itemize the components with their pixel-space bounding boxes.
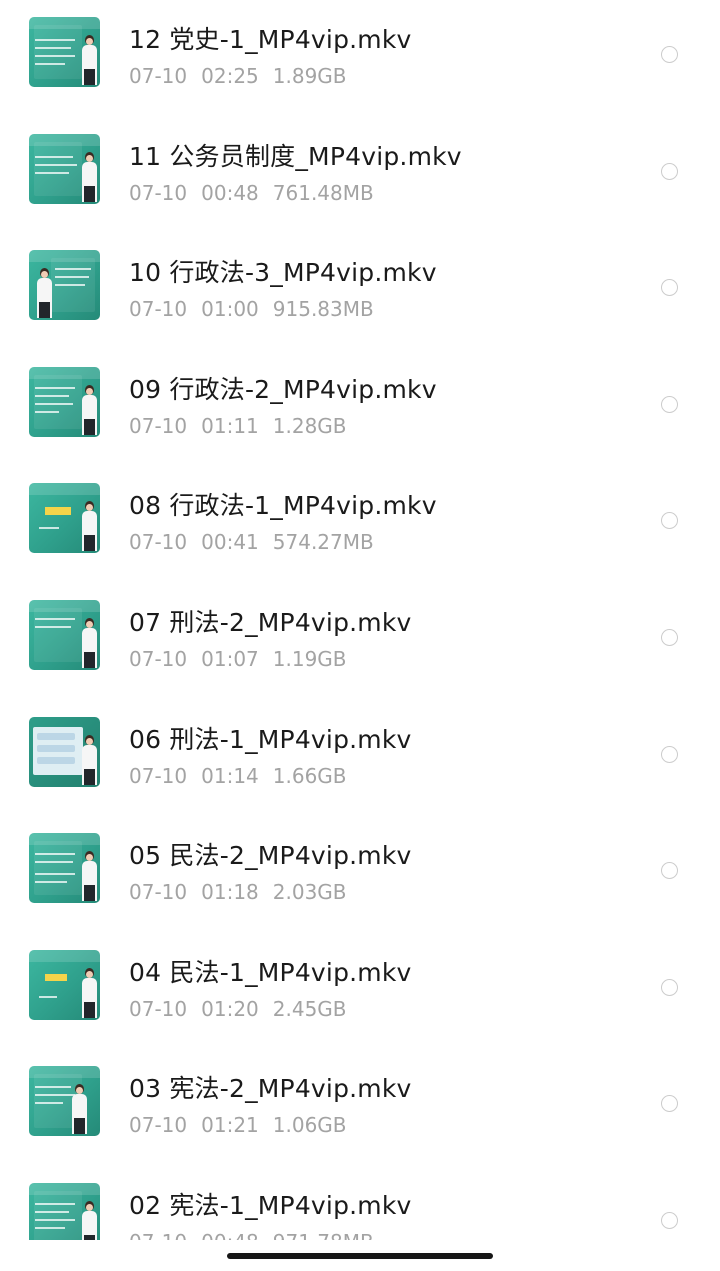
file-meta: 07-10 02:25 1.89GB xyxy=(129,64,361,88)
file-size: 761.48MB xyxy=(272,180,374,205)
file-time: 01:20 xyxy=(201,996,259,1021)
unchecked-radio-icon[interactable] xyxy=(661,629,678,646)
video-thumbnail xyxy=(29,600,100,670)
file-time: 01:21 xyxy=(201,1113,259,1138)
file-name: 03 宪法-2_MP4vip.mkv xyxy=(129,1074,412,1104)
file-date: 07-10 xyxy=(129,413,188,438)
file-time: 01:18 xyxy=(201,880,259,905)
file-date: 07-10 xyxy=(129,647,188,671)
list-item[interactable]: 04 民法-1_MP4vip.mkv 07-10 01:20 2.45GB xyxy=(0,933,720,1050)
video-file-list: 12 党史-1_MP4vip.mkv 07-10 02:25 1.89GB 11 公… xyxy=(0,0,720,1240)
list-item[interactable]: 09 行政法-2_MP4vip.mkv 07-10 01:11 1.28GB xyxy=(0,350,720,467)
video-thumbnail xyxy=(29,133,100,204)
file-date: 07-10 xyxy=(129,1230,187,1240)
file-meta: 07-10 01:14 1.66GB xyxy=(129,764,361,788)
video-thumbnail xyxy=(29,17,100,87)
unchecked-radio-icon[interactable] xyxy=(661,862,678,880)
home-indicator[interactable] xyxy=(227,1253,493,1259)
video-thumbnail xyxy=(29,250,100,321)
file-name: 04 民法-1_MP4vip.mkv xyxy=(129,957,412,987)
file-size: 1.19GB xyxy=(272,647,347,671)
file-size: 1.06GB xyxy=(272,1113,347,1138)
file-time: 00:41 xyxy=(201,530,259,555)
file-time: 01:11 xyxy=(201,413,259,438)
file-name: 12 党史-1_MP4vip.mkv xyxy=(129,25,412,54)
video-thumbnail xyxy=(29,483,100,554)
file-browser-screen: 12 党史-1_MP4vip.mkv 07-10 02:25 1.89GB 11 公… xyxy=(0,0,720,1271)
list-item[interactable]: 06 刑法-1_MP4vip.mkv 07-10 01:14 1.66GB xyxy=(0,700,720,817)
file-date: 07-10 xyxy=(129,763,188,788)
file-meta: 07-10 01:18 2.03GB xyxy=(129,880,361,904)
unchecked-radio-icon[interactable] xyxy=(661,395,678,413)
file-meta: 07-10 00:48 971.78MB xyxy=(129,1230,388,1240)
file-size: 574.27MB xyxy=(272,530,374,555)
file-name: 05 民法-2_MP4vip.mkv xyxy=(129,841,412,871)
list-item[interactable]: 10 行政法-3_MP4vip.mkv 07-10 01:00 915.83MB xyxy=(0,233,720,350)
video-thumbnail xyxy=(29,716,100,787)
video-thumbnail xyxy=(29,366,100,437)
file-meta: 07-10 00:41 574.27MB xyxy=(129,530,388,554)
file-date: 07-10 xyxy=(129,530,188,555)
list-item[interactable]: 02 宪法-1_MP4vip.mkv 07-10 00:48 971.78MB xyxy=(0,1166,720,1240)
unchecked-radio-icon[interactable] xyxy=(661,1095,678,1113)
list-item[interactable]: 05 民法-2_MP4vip.mkv 07-10 01:18 2.03GB xyxy=(0,816,720,933)
file-size: 2.45GB xyxy=(272,996,347,1021)
video-thumbnail xyxy=(29,1066,100,1137)
file-size: 1.89GB xyxy=(272,64,347,88)
video-thumbnail xyxy=(29,949,100,1020)
file-meta: 07-10 00:48 761.48MB xyxy=(129,181,388,205)
unchecked-radio-icon[interactable] xyxy=(661,978,678,996)
unchecked-radio-icon[interactable] xyxy=(661,1212,678,1229)
file-name: 08 行政法-1_MP4vip.mkv xyxy=(129,491,437,521)
file-meta: 07-10 01:07 1.19GB xyxy=(129,647,361,671)
file-time: 00:48 xyxy=(201,180,259,205)
file-name: 06 刑法-1_MP4vip.mkv xyxy=(129,724,412,754)
file-date: 07-10 xyxy=(129,880,188,905)
unchecked-radio-icon[interactable] xyxy=(661,512,678,530)
list-item[interactable]: 12 党史-1_MP4vip.mkv 07-10 02:25 1.89GB xyxy=(0,0,720,117)
file-name: 07 刑法-2_MP4vip.mkv xyxy=(129,608,412,637)
file-size: 971.78MB xyxy=(273,1230,374,1240)
file-date: 07-10 xyxy=(129,180,188,205)
file-date: 07-10 xyxy=(129,297,188,322)
video-thumbnail xyxy=(29,1183,100,1240)
file-date: 07-10 xyxy=(129,64,188,88)
file-date: 07-10 xyxy=(129,1113,188,1138)
file-size: 1.28GB xyxy=(272,413,347,438)
file-time: 01:14 xyxy=(201,763,259,788)
file-size: 915.83MB xyxy=(272,297,374,322)
unchecked-radio-icon[interactable] xyxy=(661,279,678,297)
list-item[interactable]: 03 宪法-2_MP4vip.mkv 07-10 01:21 1.06GB xyxy=(0,1049,720,1166)
file-time: 00:48 xyxy=(201,1230,259,1240)
file-name: 09 行政法-2_MP4vip.mkv xyxy=(129,374,437,404)
file-meta: 07-10 01:21 1.06GB xyxy=(129,1113,361,1137)
file-time: 01:00 xyxy=(201,297,259,322)
file-time: 02:25 xyxy=(201,64,259,88)
list-item[interactable]: 07 刑法-2_MP4vip.mkv 07-10 01:07 1.19GB xyxy=(0,583,720,700)
file-size: 2.03GB xyxy=(272,880,347,905)
file-name: 11 公务员制度_MP4vip.mkv xyxy=(129,141,462,171)
video-thumbnail xyxy=(29,833,100,904)
file-time: 01:07 xyxy=(201,647,259,671)
unchecked-radio-icon[interactable] xyxy=(661,46,678,63)
file-meta: 07-10 01:20 2.45GB xyxy=(129,997,361,1021)
file-name: 10 行政法-3_MP4vip.mkv xyxy=(129,258,437,288)
unchecked-radio-icon[interactable] xyxy=(661,745,678,763)
file-size: 1.66GB xyxy=(272,763,347,788)
unchecked-radio-icon[interactable] xyxy=(661,162,678,180)
file-meta: 07-10 01:11 1.28GB xyxy=(129,414,361,438)
file-meta: 07-10 01:00 915.83MB xyxy=(129,297,388,321)
list-item[interactable]: 08 行政法-1_MP4vip.mkv 07-10 00:41 574.27MB xyxy=(0,466,720,583)
file-name: 02 宪法-1_MP4vip.mkv xyxy=(129,1191,412,1220)
list-item[interactable]: 11 公务员制度_MP4vip.mkv 07-10 00:48 761.48MB xyxy=(0,117,720,234)
file-date: 07-10 xyxy=(129,996,188,1021)
